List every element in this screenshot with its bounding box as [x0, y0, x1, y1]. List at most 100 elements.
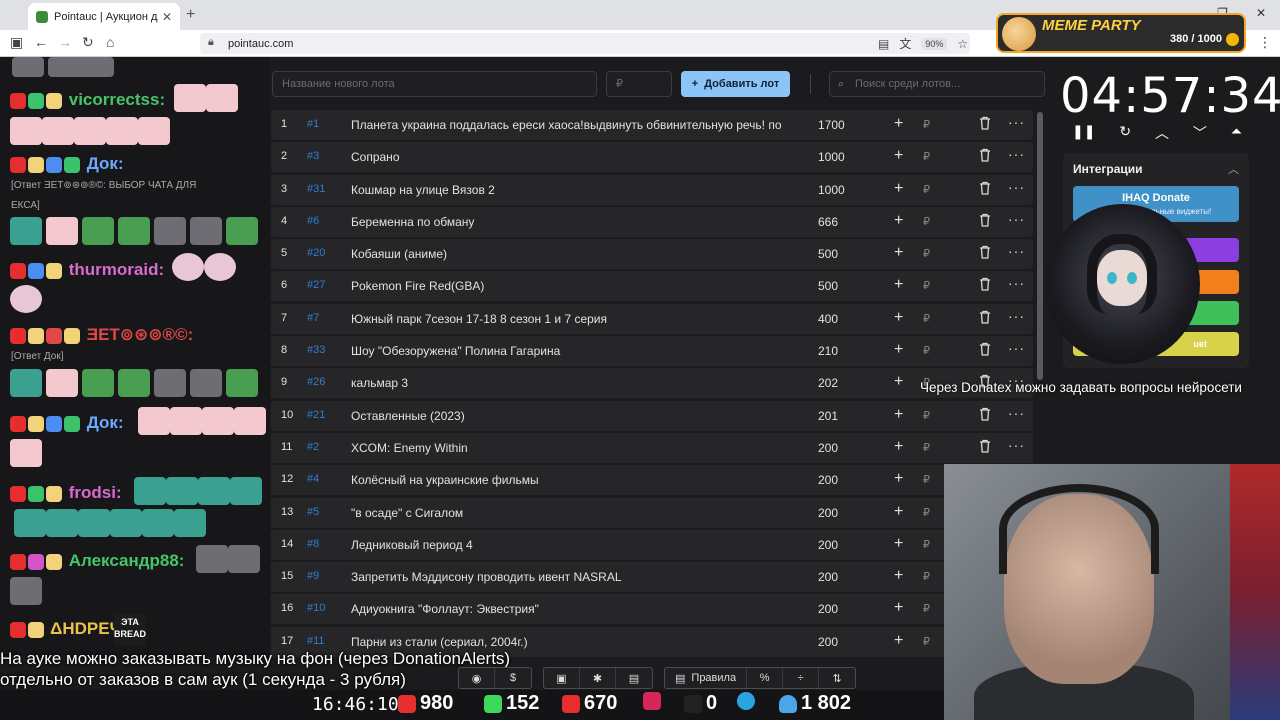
table-row[interactable]: 10 #21 Оставленные (2023) 201 + ₽ ··· [271, 400, 1033, 431]
add-amount-icon[interactable]: + [894, 212, 903, 230]
lot-amount[interactable]: 200 [818, 538, 838, 552]
add-amount-icon[interactable]: + [894, 567, 903, 585]
add-lot-button[interactable]: + Добавить лот [681, 71, 790, 97]
chevron-up-icon[interactable]: ︿ [1228, 161, 1239, 177]
rules-button[interactable]: ▤ Правила [665, 668, 748, 688]
lot-id[interactable]: #31 [307, 183, 325, 195]
lot-id[interactable]: #33 [307, 344, 325, 356]
lot-id[interactable]: #26 [307, 376, 325, 388]
trash-icon[interactable] [979, 407, 991, 421]
table-row[interactable]: 3 #31 Кошмар на улице Вязов 2 1000 + ₽ ··· [271, 174, 1033, 205]
more-icon[interactable]: ··· [1008, 308, 1025, 324]
lots-scrollbar[interactable] [1037, 112, 1043, 380]
lot-id[interactable]: #5 [307, 506, 319, 518]
table-row[interactable]: 15 #9 Запретить Мэддисону проводить ивент … [271, 562, 1033, 593]
lot-amount[interactable]: 200 [818, 635, 838, 649]
table-row[interactable]: 6 #27 Pokemon Fire Red(GBA) 500 + ₽ ··· [271, 271, 1033, 302]
lot-name[interactable]: XCOM: Enemy Within [351, 441, 791, 455]
decrease-icon[interactable]: ﹀ [1193, 123, 1207, 143]
trash-icon[interactable] [979, 148, 991, 162]
add-amount-icon[interactable]: + [894, 406, 903, 424]
trash-icon[interactable] [979, 310, 991, 324]
table-row[interactable]: 11 #2 XCOM: Enemy Within 200 + ₽ ··· [271, 432, 1033, 463]
trash-icon[interactable] [979, 439, 991, 453]
lot-search-input[interactable]: ⌕ Поиск среди лотов... [829, 71, 1045, 97]
browser-tab[interactable]: Pointauc | Аукцион для стримера ✕ [28, 3, 180, 30]
table-row[interactable]: 2 #3 Сопрано 1000 + ₽ ··· [271, 142, 1033, 173]
lot-name[interactable]: Колёсный на украинские фильмы [351, 473, 791, 487]
more-icon[interactable]: ··· [1008, 243, 1025, 259]
more-icon[interactable]: ··· [1008, 179, 1025, 195]
forward-icon[interactable]: → [58, 34, 72, 50]
divide-icon[interactable]: ÷ [783, 668, 820, 688]
reset-icon[interactable]: ↻ [1119, 123, 1131, 143]
lot-name[interactable]: Ледниковый период 4 [351, 538, 791, 552]
bug-icon[interactable]: ✱ [580, 668, 616, 688]
lot-name[interactable]: Запретить Мэддисону проводить ивент NASR… [351, 570, 791, 584]
add-amount-icon[interactable]: + [894, 470, 903, 488]
sidebar-toggle-icon[interactable]: ▣ [10, 34, 23, 51]
trash-icon[interactable] [979, 116, 991, 130]
sort-icon[interactable]: ⇅ [819, 668, 855, 688]
more-icon[interactable]: ··· [1008, 340, 1025, 356]
lot-amount[interactable]: 210 [818, 344, 838, 358]
table-row[interactable]: 16 #10 Адиуокнига "Фоллаут: Эквестрия" 200 +… [271, 594, 1033, 625]
table-row[interactable]: 8 #33 Шоу "Обезоружена" Полина Гагарина 210… [271, 336, 1033, 367]
lot-amount[interactable]: 200 [818, 506, 838, 520]
save-icon[interactable]: ▣ [544, 668, 580, 688]
table-row[interactable]: 1 #1 Планета украина поддалась ереси хаоса… [271, 110, 1033, 140]
home-icon[interactable]: ⌂ [106, 34, 114, 50]
more-icon[interactable]: ··· [1008, 437, 1025, 453]
lot-name[interactable]: Парни из стали (сериал, 2004г.) [351, 635, 791, 649]
lot-id[interactable]: #8 [307, 538, 319, 550]
lot-name[interactable]: Pokemon Fire Red(GBA) [351, 279, 791, 293]
lot-amount[interactable]: 1000 [818, 183, 845, 197]
menu-icon[interactable]: ⋮ [1258, 34, 1272, 51]
lot-name[interactable]: Шоу "Обезоружена" Полина Гагарина [351, 344, 791, 358]
lot-amount[interactable]: 200 [818, 570, 838, 584]
close-window-button[interactable]: ✕ [1256, 6, 1266, 20]
lot-amount[interactable]: 500 [818, 279, 838, 293]
lot-id[interactable]: #3 [307, 150, 319, 162]
add-amount-icon[interactable]: + [894, 632, 903, 650]
translate-icon[interactable]: 文 [899, 35, 911, 52]
add-amount-icon[interactable]: + [894, 438, 903, 456]
lot-amount[interactable]: 400 [818, 312, 838, 326]
lot-amount[interactable]: 500 [818, 247, 838, 261]
history-icon[interactable]: ▤ [616, 668, 652, 688]
add-amount-icon[interactable]: + [894, 535, 903, 553]
reload-icon[interactable]: ↻ [82, 34, 94, 51]
table-row[interactable]: 5 #20 Кобаяши (аниме) 500 + ₽ ··· [271, 239, 1033, 270]
lot-id[interactable]: #6 [307, 215, 319, 227]
github-icon[interactable]: ◉ [459, 668, 495, 688]
add-amount-icon[interactable]: + [894, 373, 903, 391]
lot-id[interactable]: #20 [307, 247, 325, 259]
lot-amount[interactable]: 202 [818, 376, 838, 390]
more-icon[interactable]: ··· [1008, 211, 1025, 227]
lot-amount[interactable]: 666 [818, 215, 838, 229]
lot-name[interactable]: кальмар 3 [351, 376, 791, 390]
lot-amount[interactable]: 200 [818, 441, 838, 455]
add-amount-icon[interactable]: + [894, 341, 903, 359]
lot-name[interactable]: Беременна по обману [351, 215, 791, 229]
lot-name[interactable]: Адиуокнига "Фоллаут: Эквестрия" [351, 602, 791, 616]
more-icon[interactable]: ··· [1008, 114, 1025, 130]
trash-icon[interactable] [979, 213, 991, 227]
more-icon[interactable]: ··· [1008, 405, 1025, 421]
lot-name[interactable]: Кошмар на улице Вязов 2 [351, 183, 791, 197]
reader-icon[interactable]: ▤ [878, 37, 889, 51]
lot-id[interactable]: #1 [307, 118, 319, 130]
donate-icon[interactable]: $ [495, 668, 531, 688]
lot-id[interactable]: #11 [307, 635, 325, 647]
add-amount-icon[interactable]: + [894, 147, 903, 165]
add-amount-icon[interactable]: + [894, 276, 903, 294]
lot-id[interactable]: #10 [307, 602, 325, 614]
more-icon[interactable]: ··· [1008, 275, 1025, 291]
lot-name[interactable]: Планета украина поддалась ереси хаоса!вы… [351, 118, 791, 132]
lot-id[interactable]: #7 [307, 312, 319, 324]
trash-icon[interactable] [979, 342, 991, 356]
bookmark-star-icon[interactable]: ☆ [957, 37, 968, 51]
lot-amount[interactable]: 200 [818, 473, 838, 487]
add-amount-icon[interactable]: + [894, 503, 903, 521]
table-row[interactable]: 14#8Ледниковый период 4200+₽··· [271, 529, 1033, 560]
